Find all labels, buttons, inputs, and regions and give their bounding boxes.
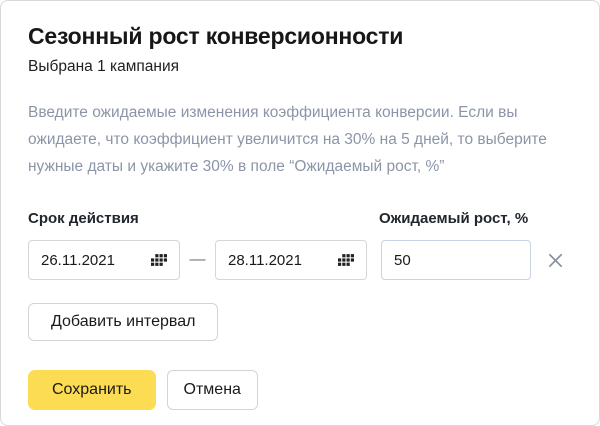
dialog-actions: Сохранить Отмена xyxy=(28,370,572,410)
date-range-label: Срок действия xyxy=(28,210,379,228)
description-line: Введите ожидаемые изменения коэффициента… xyxy=(28,99,572,126)
expected-growth-label: Ожидаемый рост, % xyxy=(379,210,528,228)
save-button[interactable]: Сохранить xyxy=(28,370,156,410)
calendar-icon[interactable] xyxy=(151,254,167,266)
date-to-input[interactable] xyxy=(228,252,328,269)
add-interval-button[interactable]: Добавить интервал xyxy=(28,303,218,341)
interval-row: — xyxy=(28,240,572,280)
campaign-count-subtitle: Выбрана 1 кампания xyxy=(28,57,572,77)
x-icon xyxy=(546,251,565,270)
expected-growth-field[interactable] xyxy=(381,240,531,280)
dialog-title: Сезонный рост конверсионности xyxy=(28,22,572,50)
form-labels-row: Срок действия Ожидаемый рост, % xyxy=(28,210,572,228)
remove-interval-button[interactable] xyxy=(544,249,566,271)
description-text: Введите ожидаемые изменения коэффициента… xyxy=(28,99,572,180)
date-range-separator: — xyxy=(180,251,215,269)
seasonal-conversion-dialog: Сезонный рост конверсионности Выбрана 1 … xyxy=(0,0,600,426)
cancel-button[interactable]: Отмена xyxy=(167,370,258,410)
expected-growth-input[interactable] xyxy=(394,252,514,269)
description-line: нужные даты и укажите 30% в поле “Ожидае… xyxy=(28,153,572,180)
date-from-input[interactable] xyxy=(41,252,141,269)
date-to-field[interactable] xyxy=(215,240,367,280)
description-line: ожидаете, что коэффициент увеличится на … xyxy=(28,126,572,153)
calendar-icon[interactable] xyxy=(338,254,354,266)
date-from-field[interactable] xyxy=(28,240,180,280)
